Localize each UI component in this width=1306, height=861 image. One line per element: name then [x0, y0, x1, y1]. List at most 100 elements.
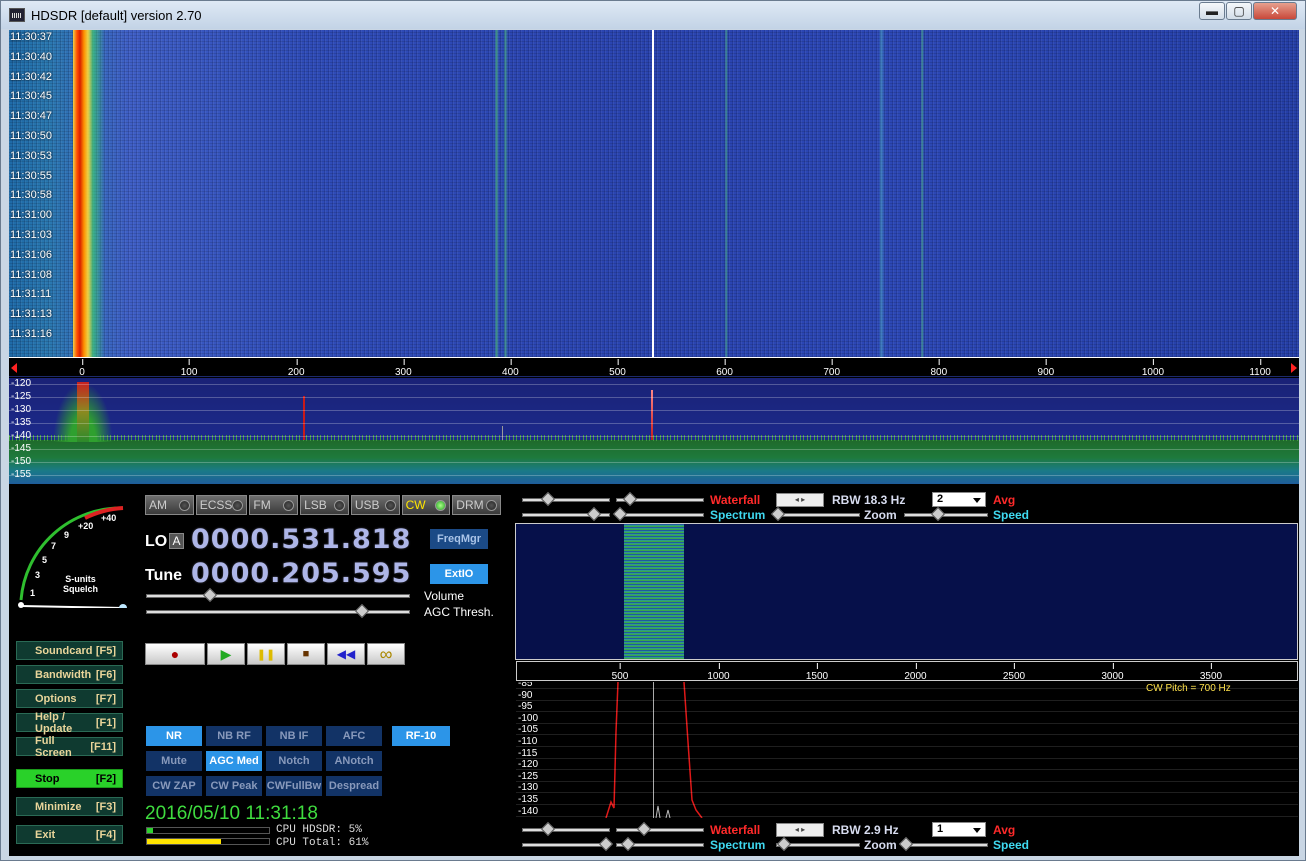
- stop-playback-button[interactable]: ■: [287, 643, 325, 665]
- dsp-nb-rf-button[interactable]: NB RF: [206, 726, 262, 746]
- loop-button[interactable]: ∞: [367, 643, 405, 665]
- play-button[interactable]: ▶: [207, 643, 245, 665]
- zoom-slider-top[interactable]: [770, 506, 860, 522]
- waterfall-brightness-slider-bottom[interactable]: [616, 821, 704, 837]
- fkey-stop-button[interactable]: Stop [F2]: [16, 769, 123, 788]
- mode-button-cw[interactable]: CW: [401, 495, 451, 515]
- zoom-bottom-label: Zoom: [864, 838, 897, 852]
- scroll-left-icon[interactable]: [11, 363, 17, 373]
- mode-button-fm[interactable]: FM: [249, 495, 299, 515]
- spectrum-contrast-slider[interactable]: [522, 506, 610, 522]
- frequency-tick: 700: [823, 359, 841, 378]
- waterfall-timestamp: 11:31:03: [10, 228, 53, 241]
- audio-frequency-tick: 3000: [1101, 663, 1124, 682]
- audio-frequency-ruler[interactable]: 500 1000 1500 2000 2500 3000 3500: [516, 661, 1298, 682]
- fkey-full-screen-button[interactable]: Full Screen [F11]: [16, 735, 123, 759]
- dsp-agc-med-button[interactable]: AGC Med: [206, 751, 262, 771]
- title-bar[interactable]: HDSDR [default] version 2.70 ▬ ▢ ✕: [1, 1, 1305, 29]
- volume-slider[interactable]: [146, 587, 410, 603]
- zoom-slider-bottom[interactable]: [776, 836, 860, 852]
- dsp-afc-button[interactable]: AFC: [326, 726, 382, 746]
- maximize-window-button[interactable]: ▢: [1226, 2, 1252, 20]
- avg-bottom-select[interactable]: 1: [932, 822, 986, 837]
- client-area: 11:30:37 11:30:40 11:30:42 11:30:45 11:30:47…: [9, 30, 1299, 856]
- scroll-right-icon[interactable]: [1291, 363, 1297, 373]
- mode-button-usb[interactable]: USB: [350, 495, 400, 515]
- lo-lock-badge[interactable]: A: [169, 533, 184, 549]
- main-spectrum[interactable]: -120 -125 -130 -135 -140 -145 -150 -155: [9, 378, 1299, 484]
- fkey-options-button[interactable]: Options [F7]: [16, 689, 123, 708]
- fkey-minimize-button[interactable]: Minimize [F3]: [16, 797, 123, 816]
- speed-slider-bottom[interactable]: [898, 836, 988, 852]
- slider-thumb[interactable]: [622, 491, 638, 507]
- slider-thumb[interactable]: [776, 836, 792, 852]
- dsp-notch-button[interactable]: Notch: [266, 751, 322, 771]
- extio-button[interactable]: ExtIO: [430, 564, 488, 584]
- spectrum-gridline: [9, 449, 1299, 450]
- spectrum-level-label: -150: [11, 456, 32, 467]
- agc-threshold-slider[interactable]: [146, 603, 410, 619]
- slider-thumb[interactable]: [586, 506, 602, 522]
- minimize-window-button[interactable]: ▬: [1199, 2, 1225, 20]
- slider-thumb[interactable]: [598, 836, 614, 852]
- tune-cursor-line[interactable]: [652, 30, 654, 357]
- spectrum-contrast-slider-bottom[interactable]: [522, 836, 614, 852]
- spectrum-gridline: [9, 436, 1299, 437]
- rf-10-button[interactable]: RF-10: [392, 726, 450, 746]
- frequency-tick: 500: [609, 359, 626, 378]
- s-meter-label: S-units Squelch: [63, 574, 98, 594]
- lo-frequency-display[interactable]: 0000.531.818: [191, 524, 411, 555]
- audio-spectrum[interactable]: CW Pitch = 700 Hz -85 -90 -95 -100 -105 -110-…: [516, 682, 1298, 818]
- mode-button-lsb[interactable]: LSB: [300, 495, 349, 515]
- avg-top-select[interactable]: 2: [932, 492, 986, 507]
- rewind-button[interactable]: ◀◀: [327, 643, 365, 665]
- agc-slider-thumb[interactable]: [354, 603, 370, 619]
- close-window-button[interactable]: ✕: [1253, 2, 1297, 20]
- slider-thumb[interactable]: [930, 506, 946, 522]
- waterfall-contrast-slider[interactable]: [522, 491, 610, 507]
- slider-thumb[interactable]: [540, 491, 556, 507]
- rbw-arrows-bottom[interactable]: ◂ ▸: [776, 823, 824, 837]
- volume-slider-thumb[interactable]: [202, 587, 218, 603]
- dsp-cw-zap-button[interactable]: CW ZAP: [146, 776, 202, 796]
- slider-thumb[interactable]: [636, 821, 652, 837]
- slider-thumb[interactable]: [620, 836, 636, 852]
- dsp-nr-button[interactable]: NR: [146, 726, 202, 746]
- rbw-arrows-top[interactable]: ◂ ▸: [776, 493, 824, 507]
- mode-button-am[interactable]: AM: [145, 495, 194, 515]
- waterfall-brightness-slider[interactable]: [616, 491, 704, 507]
- main-waterfall[interactable]: 11:30:37 11:30:40 11:30:42 11:30:45 11:30:47…: [9, 30, 1299, 357]
- frequency-ruler[interactable]: 0 100 200 300 400 500 600 700 800 900 1000 1100: [9, 357, 1299, 378]
- slider-thumb[interactable]: [898, 836, 914, 852]
- freqmgr-button[interactable]: FreqMgr: [430, 529, 488, 549]
- agc-threshold-label: AGC Thresh.: [424, 605, 494, 619]
- fkey-shortcut: [F2]: [95, 772, 116, 785]
- spectrum-brightness-slider-bottom[interactable]: [616, 836, 704, 852]
- mode-button-drm[interactable]: DRM: [452, 495, 501, 515]
- audio-level-label: -140: [518, 805, 539, 817]
- slider-thumb[interactable]: [612, 506, 628, 522]
- dsp-anotch-button[interactable]: ANotch: [326, 751, 382, 771]
- pause-button[interactable]: ❚❚: [247, 643, 285, 665]
- frequency-tick: 1000: [1141, 359, 1165, 378]
- dsp-nb-if-button[interactable]: NB IF: [266, 726, 322, 746]
- dsp-mute-button[interactable]: Mute: [146, 751, 202, 771]
- dsp-despread-button[interactable]: Despread: [326, 776, 382, 796]
- speed-slider-top[interactable]: [904, 506, 988, 522]
- fkey-soundcard-button[interactable]: Soundcard [F5]: [16, 641, 123, 660]
- fkey-bandwidth-button[interactable]: Bandwidth [F6]: [16, 665, 123, 684]
- slider-thumb[interactable]: [540, 821, 556, 837]
- waterfall-contrast-slider-bottom[interactable]: [522, 821, 610, 837]
- s-meter[interactable]: 1 3 5 7 9 +20 +40 S-units Squelch: [15, 500, 135, 612]
- audio-waterfall[interactable]: [515, 523, 1298, 660]
- dsp-cwfullbw-button[interactable]: CWFullBw: [266, 776, 322, 796]
- slider-thumb[interactable]: [770, 506, 786, 522]
- waterfall-label-bottom: Waterfall: [710, 823, 761, 837]
- fkey-exit-button[interactable]: Exit [F4]: [16, 825, 123, 844]
- fkey-help-update-button[interactable]: Help / Update [F1]: [16, 711, 123, 735]
- dsp-cw-peak-button[interactable]: CW Peak: [206, 776, 262, 796]
- tune-frequency-display[interactable]: 0000.205.595: [191, 558, 411, 589]
- record-button[interactable]: ●: [145, 643, 205, 665]
- spectrum-brightness-slider[interactable]: [612, 506, 704, 522]
- mode-button-ecss[interactable]: ECSS: [195, 495, 248, 515]
